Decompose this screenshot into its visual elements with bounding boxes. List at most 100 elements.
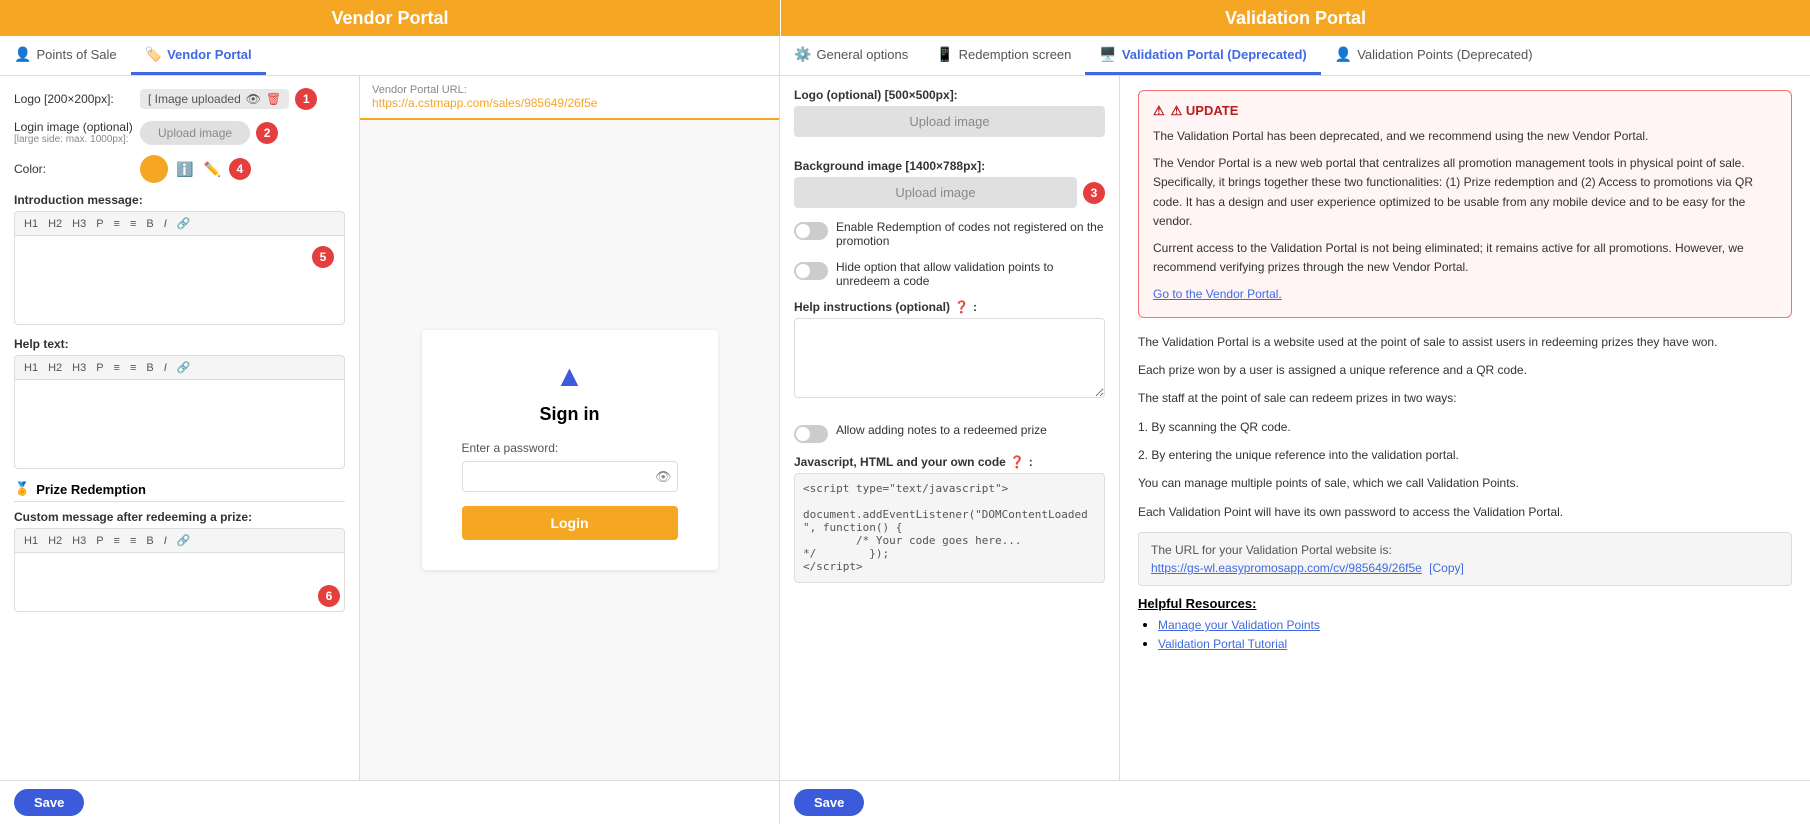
right-logo-group: Logo (optional) [500×500px]: Upload imag… <box>794 88 1105 147</box>
hide-toggle-row: Hide option that allow validation points… <box>794 260 1105 288</box>
resource-tutorial-link[interactable]: Validation Portal Tutorial <box>1158 637 1287 651</box>
left-tabs: 👤 Points of Sale 🏷️ Vendor Portal <box>0 36 780 75</box>
upload-login-image-button[interactable]: Upload image <box>140 121 250 145</box>
login-button[interactable]: Login <box>462 506 678 540</box>
url-box-label: The URL for your Validation Portal websi… <box>1151 543 1779 557</box>
allow-notes-toggle[interactable] <box>794 425 828 443</box>
custom-toolbar-list2[interactable]: ≡ <box>127 534 139 548</box>
help-toolbar-italic[interactable]: I <box>161 361 170 375</box>
custom-toolbar-list1[interactable]: ≡ <box>111 534 123 548</box>
help-instructions-textarea[interactable] <box>794 318 1105 398</box>
custom-toolbar-h3[interactable]: H3 <box>69 534 89 548</box>
password-label: Enter a password: <box>462 441 678 455</box>
info-text-3a: 1. By scanning the QR code. <box>1138 417 1792 437</box>
toolbar-italic[interactable]: I <box>161 217 170 231</box>
js-info-icon[interactable]: ❓ <box>1010 455 1025 469</box>
eye-toggle-icon[interactable]: 👁 <box>655 469 672 485</box>
tab-points-of-sale[interactable]: 👤 Points of Sale <box>0 36 131 75</box>
toolbar-link[interactable]: 🔗 <box>174 216 194 231</box>
right-panel: Logo (optional) [500×500px]: Upload imag… <box>780 76 1810 824</box>
right-logo-label: Logo (optional) [500×500px]: <box>794 88 1105 102</box>
resource-list: Manage your Validation Points Validation… <box>1138 617 1792 651</box>
tab-validation-points[interactable]: 👤 Validation Points (Deprecated) <box>1321 36 1547 75</box>
tab-redemption-screen[interactable]: 📱 Redemption screen <box>922 36 1085 75</box>
toolbar-h1[interactable]: H1 <box>21 217 41 231</box>
hide-toggle[interactable] <box>794 262 828 280</box>
help-toolbar-bold[interactable]: B <box>143 361 156 375</box>
password-input-wrap: 👁 <box>462 461 678 492</box>
info-text-2: Each prize won by a user is assigned a u… <box>1138 360 1792 380</box>
person-icon: 👤 <box>1335 46 1352 63</box>
pos-icon: 👤 <box>14 46 31 63</box>
eye-icon[interactable]: 👁 <box>246 92 261 106</box>
right-save-button[interactable]: Save <box>794 789 864 816</box>
signin-logo-icon: ▲ <box>462 360 678 394</box>
custom-toolbar-p[interactable]: P <box>93 534 106 548</box>
url-box: The URL for your Validation Portal websi… <box>1138 532 1792 586</box>
toolbar-h3[interactable]: H3 <box>69 217 89 231</box>
upload-logo-button[interactable]: Upload image <box>794 106 1105 137</box>
info-text-1: The Validation Portal is a website used … <box>1138 332 1792 352</box>
prize-icon: 🏅 <box>14 481 30 497</box>
help-toolbar-h1[interactable]: H1 <box>21 361 41 375</box>
logo-uploaded-text: [ Image uploaded <box>148 92 241 106</box>
badge-1: 1 <box>295 88 317 110</box>
go-to-vendor-portal-link[interactable]: Go to the Vendor Portal. <box>1153 287 1282 301</box>
gear-icon: ⚙️ <box>794 46 811 63</box>
help-toolbar-h3[interactable]: H3 <box>69 361 89 375</box>
intro-message-editor[interactable]: 5 <box>14 235 345 325</box>
toolbar-list1[interactable]: ≡ <box>111 217 123 231</box>
color-swatch[interactable] <box>140 155 168 183</box>
help-toolbar-list2[interactable]: ≡ <box>127 361 139 375</box>
edit-icon[interactable]: ✏️ <box>201 159 222 180</box>
toolbar-bold[interactable]: B <box>143 217 156 231</box>
custom-toolbar-h2[interactable]: H2 <box>45 534 65 548</box>
help-toolbar-link[interactable]: 🔗 <box>174 360 194 375</box>
password-input[interactable] <box>462 461 678 492</box>
tab-validation-portal[interactable]: 🖥️ Validation Portal (Deprecated) <box>1085 36 1320 75</box>
info-text-5: Each Validation Point will have its own … <box>1138 502 1792 522</box>
trash-icon[interactable]: 🗑 <box>266 92 281 106</box>
allow-notes-row: Allow adding notes to a redeemed prize <box>794 423 1105 443</box>
color-row: Color: ℹ️ ✏️ 4 <box>14 155 345 183</box>
left-save-button[interactable]: Save <box>14 789 84 816</box>
url-label: Vendor Portal URL: <box>372 84 767 96</box>
help-toolbar-list1[interactable]: ≡ <box>111 361 123 375</box>
help-toolbar-h2[interactable]: H2 <box>45 361 65 375</box>
vendor-portal-header: Vendor Portal <box>0 0 780 36</box>
tab-vendor-portal[interactable]: 🏷️ Vendor Portal <box>131 36 266 75</box>
toolbar-list2[interactable]: ≡ <box>127 217 139 231</box>
toolbar-p[interactable]: P <box>93 217 106 231</box>
content-area: Logo [200×200px]: [ Image uploaded 👁 🗑 1… <box>0 76 1810 824</box>
custom-message-editor[interactable]: 6 <box>14 552 345 612</box>
code-editor[interactable]: <script type="text/javascript"> document… <box>794 473 1105 583</box>
custom-toolbar-h1[interactable]: H1 <box>21 534 41 548</box>
preview-content: ▲ Sign in Enter a password: 👁 Login <box>402 120 738 780</box>
bg-image-group: Background image [1400×788px]: Upload im… <box>794 159 1105 208</box>
badge-4: 4 <box>229 158 251 180</box>
help-toolbar-p[interactable]: P <box>93 361 106 375</box>
enable-toggle-row: Enable Redemption of codes not registere… <box>794 220 1105 248</box>
info-icon[interactable]: ℹ️ <box>174 159 195 180</box>
right-form: Logo (optional) [500×500px]: Upload imag… <box>780 76 1120 780</box>
custom-toolbar-italic[interactable]: I <box>161 534 170 548</box>
update-title: ⚠ ⚠ UPDATE <box>1153 103 1777 119</box>
copy-link[interactable]: [Copy] <box>1429 561 1464 575</box>
upload-bg-button[interactable]: Upload image <box>794 177 1077 208</box>
right-panel-inner: Logo (optional) [500×500px]: Upload imag… <box>780 76 1810 780</box>
toolbar-h2[interactable]: H2 <box>45 217 65 231</box>
logo-row: Logo [200×200px]: [ Image uploaded 👁 🗑 1 <box>14 88 345 110</box>
help-info-icon[interactable]: ❓ <box>954 300 969 314</box>
mobile-icon: 📱 <box>936 46 953 63</box>
tab-general-options[interactable]: ⚙️ General options <box>780 36 922 75</box>
vendor-icon: 🏷️ <box>145 46 162 63</box>
enable-toggle-label: Enable Redemption of codes not registere… <box>836 220 1105 248</box>
logo-label: Logo [200×200px]: <box>14 92 134 106</box>
custom-toolbar-bold[interactable]: B <box>143 534 156 548</box>
help-text-editor[interactable] <box>14 379 345 469</box>
validation-url-link[interactable]: https://gs-wl.easypromosapp.com/cv/98564… <box>1151 561 1422 575</box>
enable-toggle[interactable] <box>794 222 828 240</box>
resource-manage-points-link[interactable]: Manage your Validation Points <box>1158 618 1320 632</box>
help-instructions-group: Help instructions (optional) ❓ : <box>794 300 1105 411</box>
custom-toolbar-link[interactable]: 🔗 <box>174 533 194 548</box>
